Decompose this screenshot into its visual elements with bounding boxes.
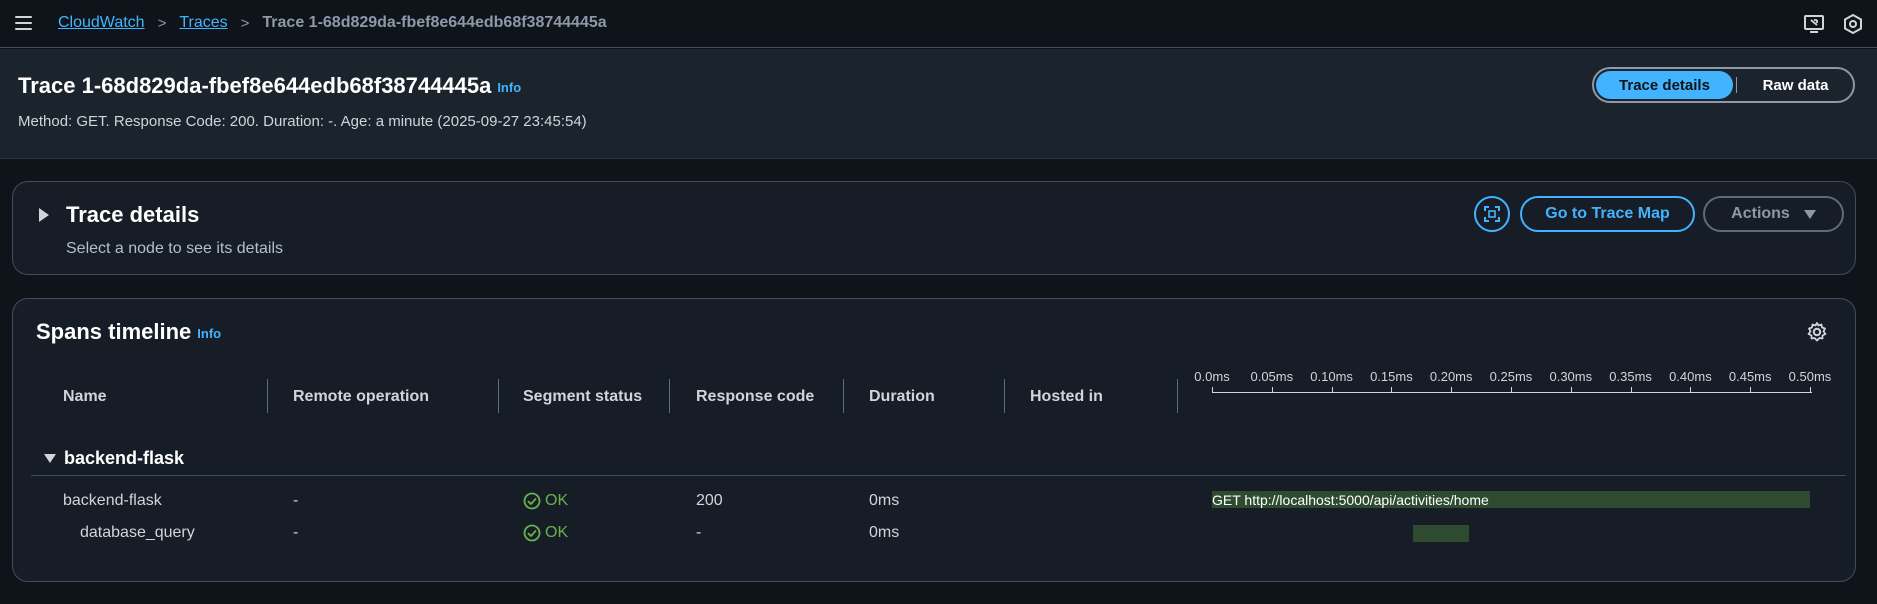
breadcrumb-current: Trace 1-68d829da-fbef8e644edb68f38744445…	[262, 14, 607, 31]
info-link[interactable]: Info	[197, 326, 221, 341]
actions-label: Actions	[1731, 205, 1790, 222]
span-status: OK	[523, 492, 568, 510]
group-backend-flask[interactable]: backend-flask	[64, 448, 184, 469]
group-divider	[31, 475, 1846, 476]
caret-down-icon	[1803, 209, 1816, 219]
segment-divider	[1736, 77, 1737, 93]
span-bar-label: GET http://localhost:5000/api/activities…	[1212, 492, 1489, 508]
column-divider[interactable]	[267, 379, 268, 413]
spans-timeline-title: Spans timeline Info	[36, 319, 221, 345]
timeline-tick-mark	[1511, 387, 1512, 393]
span-status: OK	[523, 524, 568, 542]
trace-details-subtitle: Select a node to see its details	[66, 240, 284, 257]
trace-details-panel: Trace details Select a node to see its d…	[12, 181, 1856, 275]
timeline-tick-mark	[1391, 387, 1393, 393]
check-circle-icon	[523, 492, 541, 510]
timeline-tick-label: 0.20ms	[1429, 369, 1473, 384]
span-status-text: OK	[545, 492, 569, 509]
span-remote-operation: -	[293, 492, 299, 509]
breadcrumb-traces[interactable]: Traces	[179, 14, 227, 32]
column-divider[interactable]	[1177, 379, 1178, 413]
timeline-tick-mark	[1570, 387, 1572, 393]
span-status-text: OK	[545, 524, 569, 541]
timeline-tick-mark	[1810, 387, 1811, 393]
timeline-tick-mark	[1331, 387, 1333, 393]
timeline-tick-label: 0.35ms	[1609, 369, 1652, 384]
caret-right-icon[interactable]	[39, 208, 49, 222]
timeline-tick-label: 0.05ms	[1250, 369, 1294, 384]
column-header-remote-operation[interactable]: Remote operation	[293, 388, 429, 406]
fullscreen-icon	[1484, 206, 1500, 222]
actions-dropdown[interactable]: Actions	[1703, 196, 1844, 232]
caret-down-icon[interactable]	[44, 454, 56, 463]
go-to-trace-map-button[interactable]: Go to Trace Map	[1520, 196, 1695, 232]
span-name[interactable]: database_query	[80, 524, 195, 542]
tab-raw-data[interactable]: Raw data	[1740, 71, 1851, 99]
trace-meta: Method: GET. Response Code: 200. Duratio…	[18, 113, 587, 130]
page-header: Trace 1-68d829da-fbef8e644edb68f38744445…	[0, 49, 1877, 159]
timeline-tick-label: 0.15ms	[1370, 369, 1413, 384]
timeline-tick-mark	[1451, 387, 1453, 393]
column-divider[interactable]	[1004, 379, 1005, 413]
menu-icon[interactable]	[15, 16, 32, 30]
column-header-hosted-in[interactable]: Hosted in	[1030, 388, 1103, 406]
gear-icon[interactable]	[1806, 321, 1828, 343]
span-response-code: 200	[696, 492, 723, 509]
span-remote-operation: -	[293, 524, 299, 541]
timeline-tick-label: 0.40ms	[1669, 369, 1712, 384]
column-divider[interactable]	[669, 379, 670, 413]
info-link[interactable]: Info	[497, 80, 521, 95]
check-circle-icon	[523, 524, 541, 542]
span-duration: 0ms	[869, 492, 900, 509]
timeline-tick-mark	[1750, 387, 1752, 393]
timeline-tick-label: 0.25ms	[1489, 369, 1533, 384]
span-duration: 0ms	[869, 524, 900, 541]
column-divider[interactable]	[498, 379, 499, 413]
page-title-text: Trace 1-68d829da-fbef8e644edb68f38744445…	[18, 73, 492, 98]
view-segmented-control: Trace details Raw data	[1592, 67, 1855, 103]
timeline-axis-line	[1212, 392, 1812, 393]
page-title: Trace 1-68d829da-fbef8e644edb68f38744445…	[18, 73, 521, 99]
screen-icon[interactable]	[1803, 13, 1825, 35]
timeline-tick-mark	[1690, 387, 1692, 393]
chevron-right-icon: >	[157, 14, 167, 32]
breadcrumb: CloudWatch > Traces > Trace 1-68d829da-f…	[58, 14, 607, 32]
timeline-tick-label: 0.30ms	[1549, 369, 1593, 384]
column-header-segment-status[interactable]: Segment status	[523, 388, 642, 406]
timeline-tick-mark	[1212, 387, 1213, 393]
column-divider[interactable]	[843, 379, 844, 413]
timeline-tick-label: 0.45ms	[1728, 369, 1772, 384]
tab-trace-details[interactable]: Trace details	[1596, 71, 1733, 99]
column-header-name[interactable]: Name	[63, 388, 107, 406]
span-name[interactable]: backend-flask	[63, 492, 162, 510]
chevron-right-icon: >	[240, 14, 250, 32]
span-bar[interactable]	[1412, 525, 1470, 542]
settings-hexagon-icon[interactable]	[1842, 13, 1864, 35]
trace-details-title[interactable]: Trace details	[66, 202, 199, 228]
timeline-tick-mark	[1271, 387, 1273, 393]
column-header-duration[interactable]: Duration	[869, 388, 935, 406]
spans-timeline-panel: Spans timeline Info Name Remote operation…	[12, 298, 1856, 582]
timeline-tick-label: 0.10ms	[1310, 369, 1353, 384]
timeline-tick-label: 0.50ms	[1788, 369, 1832, 384]
top-navigation-bar: CloudWatch > Traces > Trace 1-68d829da-f…	[0, 0, 1877, 48]
fullscreen-button[interactable]	[1474, 196, 1510, 232]
spans-timeline-title-text: Spans timeline	[36, 319, 192, 344]
breadcrumb-cloudwatch[interactable]: CloudWatch	[58, 14, 145, 32]
column-header-response-code[interactable]: Response code	[696, 388, 814, 406]
span-response-code: -	[696, 524, 702, 541]
timeline-tick-label: 0.0ms	[1194, 369, 1230, 384]
timeline-tick-mark	[1630, 387, 1632, 393]
